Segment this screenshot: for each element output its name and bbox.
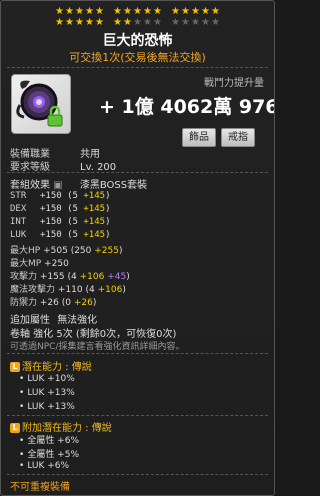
empty-star-icon: ★ bbox=[211, 17, 220, 28]
star-icon: ★ bbox=[95, 6, 104, 17]
star-icon: ★ bbox=[123, 6, 132, 17]
accessory-button[interactable]: 飾品 bbox=[182, 128, 216, 147]
level-label: 要求等級 bbox=[10, 162, 50, 173]
star-icon: ★ bbox=[201, 6, 210, 17]
potential-label: 潛在能力 : 傳說 bbox=[22, 362, 92, 373]
stat-luk: LUK +150 (5 +145) bbox=[10, 230, 111, 240]
divider bbox=[7, 415, 268, 416]
empty-star-icon: ★ bbox=[153, 17, 162, 28]
star-group: ★ ★ ★ ★ ★ bbox=[171, 6, 221, 17]
star-group: ★ ★ ★ ★ ★ bbox=[171, 17, 221, 28]
combat-power-value: + 1億 4062萬 976 bbox=[99, 96, 275, 118]
item-name: 巨大的恐怖 bbox=[102, 33, 173, 49]
star-icon: ★ bbox=[143, 6, 152, 17]
potential-line: • LUK +13% bbox=[19, 388, 75, 398]
scroll-upgrade-info: 卷軸 強化 5次 (剩餘0次，可恢復0次) bbox=[10, 329, 177, 340]
set-info-icon: ▣ bbox=[53, 180, 63, 191]
star-icon: ★ bbox=[191, 6, 200, 17]
star-icon: ★ bbox=[123, 17, 132, 28]
upgrade-note: 可透過NPC/採集建言看強化資訊詳細內容。 bbox=[10, 342, 185, 352]
legendary-badge-icon: L bbox=[10, 362, 20, 372]
empty-star-icon: ★ bbox=[201, 17, 210, 28]
combat-power-label: 戰鬥力提升量 bbox=[204, 78, 264, 89]
empty-star-icon: ★ bbox=[133, 17, 142, 28]
star-group: ★ ★ ★ ★ ★ bbox=[55, 6, 105, 17]
star-icon: ★ bbox=[133, 6, 142, 17]
stat-int: INT +150 (5 +145) bbox=[10, 217, 111, 227]
star-group: ★ ★ ★ ★ ★ bbox=[55, 17, 105, 28]
stat-str: STR +150 (5 +145) bbox=[10, 191, 111, 201]
stat-max-hp: 最大HP +505 (250 +255) bbox=[10, 246, 123, 256]
star-icon: ★ bbox=[85, 6, 94, 17]
star-icon: ★ bbox=[75, 17, 84, 28]
item-icon-frame bbox=[11, 74, 71, 134]
star-row-1: ★ ★ ★ ★ ★ ★ ★ ★ ★ ★ ★ ★ ★ ★ ★ bbox=[1, 6, 274, 17]
star-icon: ★ bbox=[211, 6, 220, 17]
star-icon: ★ bbox=[55, 6, 64, 17]
divider bbox=[7, 353, 268, 354]
star-icon: ★ bbox=[113, 6, 122, 17]
potential-line: • LUK +13% bbox=[19, 402, 75, 412]
star-icon: ★ bbox=[85, 17, 94, 28]
potential-header: L 潛在能力 : 傳說 bbox=[10, 358, 92, 373]
divider bbox=[7, 172, 268, 173]
no-duplicate-equip-note: 不可重複裝備 bbox=[10, 482, 70, 493]
star-icon: ★ bbox=[65, 6, 74, 17]
star-icon: ★ bbox=[181, 6, 190, 17]
star-group: ★ ★ ★ ★ ★ bbox=[113, 6, 163, 17]
empty-star-icon: ★ bbox=[181, 17, 190, 28]
stat-dex: DEX +150 (5 +145) bbox=[10, 204, 111, 214]
star-icon: ★ bbox=[153, 6, 162, 17]
level-row: 要求等級 Lv. 200 bbox=[10, 158, 116, 173]
star-icon: ★ bbox=[75, 6, 84, 17]
trade-note: 可交換1次(交易後無法交換) bbox=[69, 51, 206, 64]
additional-potential-line: • 全屬性 +6% bbox=[19, 436, 79, 446]
stat-defense: 防禦力 +26 (0 +26) bbox=[10, 298, 97, 308]
set-effect-label: 套組效果 bbox=[10, 180, 50, 191]
star-icon: ★ bbox=[171, 6, 180, 17]
ring-button[interactable]: 戒指 bbox=[221, 128, 255, 147]
additional-potential-line: • LUK +6% bbox=[19, 461, 70, 471]
potential-line: • LUK +10% bbox=[19, 374, 75, 384]
set-effect-value: 漆黑BOSS套裝 bbox=[79, 180, 148, 191]
divider bbox=[7, 67, 268, 68]
additional-potential-header: L 附加潛在能力 : 傳說 bbox=[10, 419, 112, 434]
divider bbox=[7, 474, 268, 475]
set-effect-row: 套組效果 ▣ 漆黑BOSS套裝 bbox=[10, 176, 147, 191]
stat-max-mp: 最大MP +250 bbox=[10, 259, 69, 269]
star-group: ★ ★ ★ ★ ★ bbox=[113, 17, 163, 28]
stat-magic-attack: 魔法攻擊力 +110 (4 +106) bbox=[10, 285, 126, 295]
empty-star-icon: ★ bbox=[143, 17, 152, 28]
legendary-badge-icon: L bbox=[10, 423, 20, 433]
star-icon: ★ bbox=[113, 17, 122, 28]
empty-star-icon: ★ bbox=[191, 17, 200, 28]
star-icon: ★ bbox=[65, 17, 74, 28]
additional-potential-line: • 全屬性 +5% bbox=[19, 450, 79, 460]
item-tooltip: ★ ★ ★ ★ ★ ★ ★ ★ ★ ★ ★ ★ ★ ★ ★ ★ ★ ★ ★ ★ ★ ★ ★ ★ ★ ★ ★ ★ ★ ★ 巨大的恐… bbox=[0, 0, 275, 496]
star-icon: ★ bbox=[55, 17, 64, 28]
star-row-2: ★ ★ ★ ★ ★ ★ ★ ★ ★ ★ ★ ★ ★ ★ ★ bbox=[1, 17, 274, 28]
stat-attack: 攻擊力 +155 (4 +106 +45) bbox=[10, 272, 130, 282]
extra-attr-row: 追加屬性 無法強化 bbox=[10, 311, 97, 326]
empty-star-icon: ★ bbox=[171, 17, 180, 28]
star-icon: ★ bbox=[95, 17, 104, 28]
dark-scythe-ring-icon bbox=[16, 80, 63, 127]
